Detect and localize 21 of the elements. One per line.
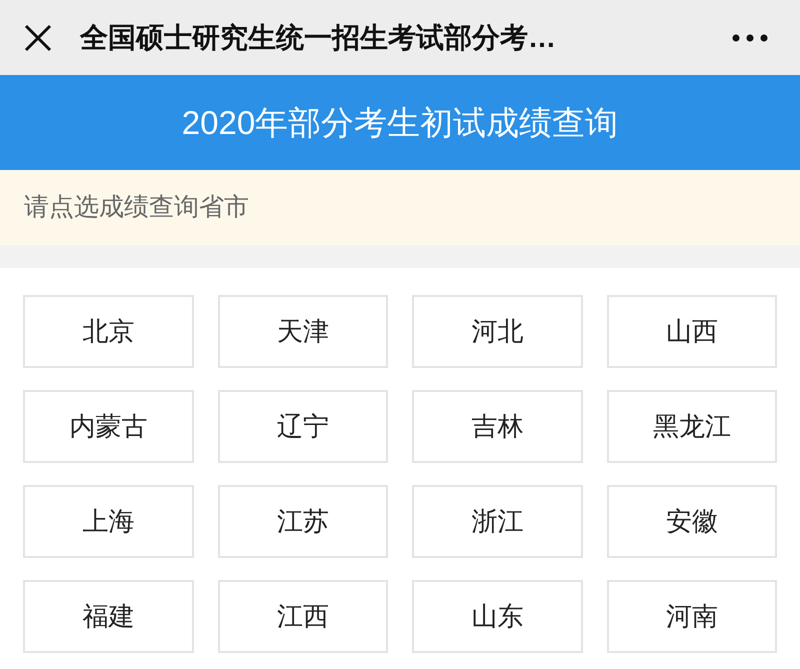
province-button[interactable]: 河南	[606, 580, 777, 653]
province-button[interactable]: 河北	[412, 295, 582, 368]
province-button[interactable]: 北京	[23, 295, 194, 368]
province-button[interactable]: 山东	[412, 580, 582, 653]
page-title: 全国硕士研究生统一招生考试部分考…	[80, 20, 556, 54]
province-button[interactable]: 江西	[218, 580, 388, 653]
province-button[interactable]: 黑龙江	[606, 390, 777, 463]
province-button[interactable]: 吉林	[412, 390, 582, 463]
province-button[interactable]: 辽宁	[218, 390, 388, 463]
province-button[interactable]: 江苏	[218, 485, 388, 558]
province-button[interactable]: 福建	[23, 580, 194, 653]
province-button[interactable]: 天津	[218, 295, 388, 368]
more-icon[interactable]	[732, 34, 768, 42]
province-button[interactable]: 浙江	[412, 485, 582, 558]
banner-title: 2020年部分考生初试成绩查询	[182, 102, 618, 143]
province-button[interactable]: 上海	[23, 485, 194, 558]
province-button[interactable]: 安徽	[606, 485, 777, 558]
province-button[interactable]: 内蒙古	[23, 390, 194, 463]
close-icon[interactable]	[24, 24, 52, 52]
hint-text: 请点选成绩查询省市	[24, 192, 249, 223]
province-button[interactable]: 山西	[606, 295, 777, 368]
